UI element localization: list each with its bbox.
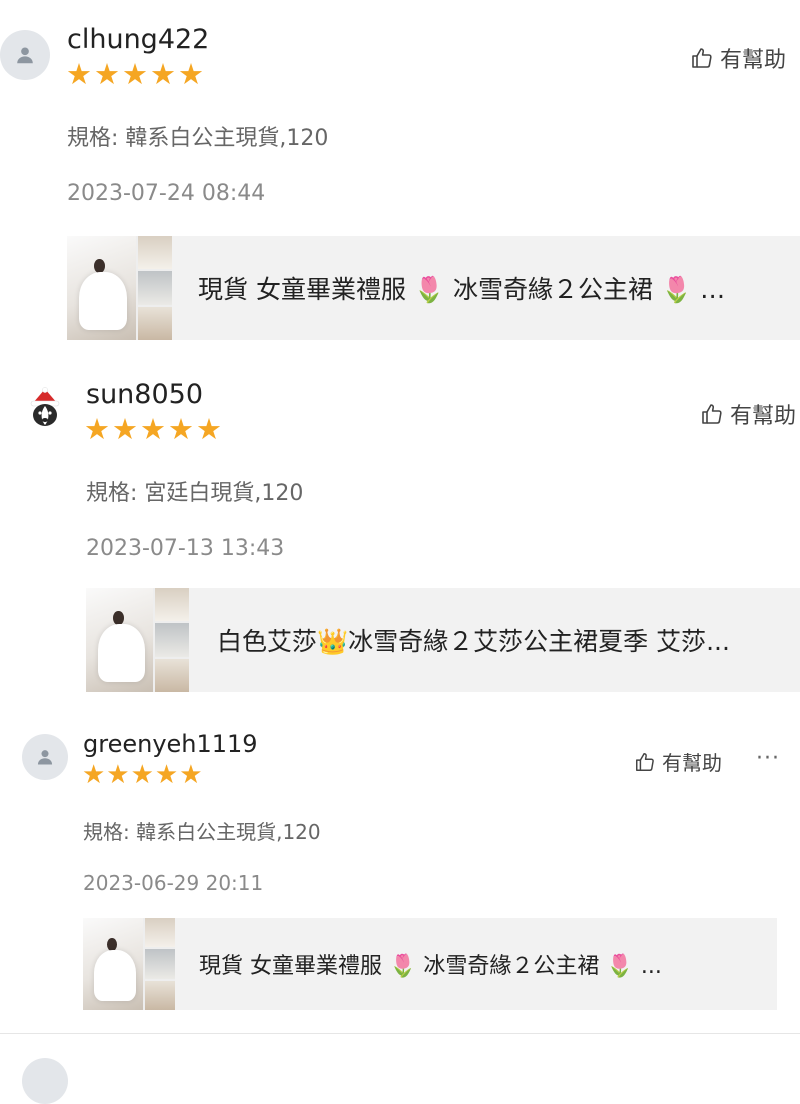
dog-santa-hat-avatar [30, 387, 60, 426]
review-date: 2023-07-24 08:44 [67, 181, 266, 206]
username[interactable]: sun8050 [86, 379, 203, 410]
helpful-button[interactable]: 有幫助 [700, 398, 796, 430]
spec-text: 規格: 韓系白公主現貨,120 [67, 126, 329, 151]
helpful-label: 有幫助 [662, 751, 722, 775]
star-rating: ★★★★★ [66, 60, 206, 89]
spec-text: 規格: 宮廷白現貨,120 [86, 481, 304, 506]
review-item: sun8050 ★★★★★ 有幫助 規格: 宮廷白現貨,120 2023-07-… [0, 370, 800, 700]
thumbs-up-icon [692, 48, 712, 68]
more-options-icon[interactable]: ··· [756, 746, 780, 771]
product-title: 白色艾莎👑冰雪奇緣２艾莎公主裙夏季 艾莎... [217, 627, 730, 656]
username[interactable]: greenyeh1119 [83, 730, 258, 758]
star-icon: ★★★★★ [82, 760, 204, 790]
product-thumbnail [83, 918, 175, 1010]
review-item: greenyeh1119 ★★★★★ 有幫助 ··· 規格: 韓系白公主現貨,1… [0, 720, 800, 1020]
divider [0, 1033, 800, 1034]
product-card[interactable]: 現貨 女童畢業禮服 🌷 冰雪奇緣２公主裙 🌷 … [67, 236, 800, 340]
tulip-emoji: 🌷 [413, 275, 446, 304]
star-icon: ★★★★★ [84, 412, 224, 446]
avatar[interactable] [22, 1058, 68, 1104]
tulip-emoji: 🌷 [606, 954, 634, 979]
star-icon: ★★★★★ [66, 57, 206, 91]
product-card[interactable]: 白色艾莎👑冰雪奇緣２艾莎公主裙夏季 艾莎... [86, 588, 800, 692]
star-rating: ★★★★★ [84, 415, 224, 444]
product-title: 現貨 女童畢業禮服 🌷 冰雪奇緣２公主裙 🌷 ... [199, 954, 662, 979]
thumbs-up-icon [702, 404, 722, 424]
avatar[interactable] [22, 734, 68, 780]
person-icon [17, 47, 33, 64]
helpful-button[interactable]: 有幫助 [690, 42, 786, 74]
helpful-button[interactable]: 有幫助 [634, 747, 722, 776]
tulip-emoji: 🌷 [389, 954, 417, 979]
review-date: 2023-06-29 20:11 [83, 871, 264, 895]
product-card[interactable]: 現貨 女童畢業禮服 🌷 冰雪奇緣２公主裙 🌷 ... [83, 918, 777, 1010]
username[interactable]: clhung422 [67, 24, 209, 55]
review-date: 2023-07-13 13:43 [86, 536, 285, 561]
avatar[interactable] [20, 384, 70, 434]
person-icon [37, 750, 53, 765]
helpful-label: 有幫助 [730, 404, 797, 429]
product-thumbnail [67, 236, 172, 340]
helpful-label: 有幫助 [720, 48, 787, 73]
crown-emoji: 👑 [317, 627, 349, 656]
thumbs-up-icon [636, 752, 654, 771]
spec-text: 規格: 韓系白公主現貨,120 [83, 820, 321, 844]
review-item: clhung422 ★★★★★ 有幫助 規格: 韓系白公主現貨,120 2023… [0, 0, 800, 350]
tulip-emoji: 🌷 [660, 275, 693, 304]
product-thumbnail [86, 588, 189, 692]
product-title: 現貨 女童畢業禮服 🌷 冰雪奇緣２公主裙 🌷 … [198, 275, 726, 304]
star-rating: ★★★★★ [82, 762, 204, 788]
avatar[interactable] [0, 30, 50, 80]
